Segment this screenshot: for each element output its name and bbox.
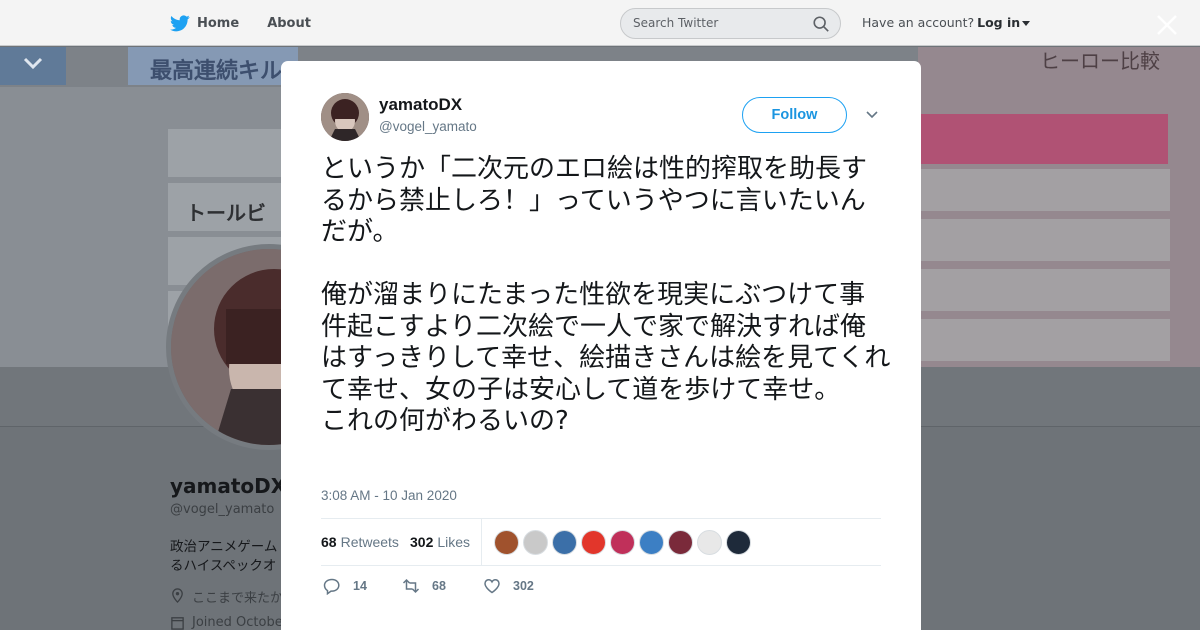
tweet-timestamp[interactable]: 3:08 AM - 10 Jan 2020 <box>321 488 457 503</box>
reply-icon <box>323 578 340 595</box>
follow-button[interactable]: Follow <box>742 97 847 133</box>
profile-joined: Joined Octobe <box>192 615 283 630</box>
profile-bio: るハイスペックオ <box>170 558 277 574</box>
divider <box>481 519 482 566</box>
author-handle[interactable]: @vogel_yamato <box>379 119 477 134</box>
author-name[interactable]: yamatoDX <box>379 95 462 115</box>
retweet-icon <box>402 578 420 594</box>
profile-handle: @vogel_yamato <box>170 502 275 517</box>
tweet-stats: 68 Retweets 302 Likes <box>321 518 881 566</box>
tweet-text: というか「二次元のエロ絵は性的搾取を助長するから禁止しろ！」っていうやつに言いた… <box>321 154 891 436</box>
twitter-bird-icon[interactable] <box>170 14 190 32</box>
likes-stat[interactable]: 302 Likes <box>410 534 470 550</box>
nav-about-link[interactable]: About <box>267 16 311 31</box>
banner-text: 最高連続キル <box>150 59 283 84</box>
avatar[interactable] <box>321 93 369 141</box>
avatar[interactable] <box>610 530 635 555</box>
close-icon[interactable] <box>1154 12 1180 38</box>
search-input[interactable]: Search Twitter <box>620 8 841 39</box>
search-placeholder: Search Twitter <box>633 16 719 30</box>
profile-bio: 政治アニメゲーム <box>170 539 278 555</box>
banner-text: ヒーロー比較 <box>1040 49 1160 73</box>
avatar[interactable] <box>639 530 664 555</box>
account-menu[interactable]: Have an account? Log in <box>862 15 1031 30</box>
chevron-down-icon <box>23 57 43 70</box>
top-navigation: Home About Search Twitter Have an accoun… <box>0 0 1200 46</box>
retweets-stat[interactable]: 68 Retweets <box>321 534 399 550</box>
search-icon[interactable] <box>812 15 830 33</box>
location-icon <box>172 588 183 603</box>
avatar[interactable] <box>494 530 519 555</box>
calendar-icon <box>171 617 184 630</box>
profile-location: ここまで来たか <box>192 591 284 606</box>
avatar[interactable] <box>697 530 722 555</box>
login-link[interactable]: Log in <box>977 15 1020 30</box>
retweet-button[interactable]: 68 <box>402 577 446 595</box>
nav-links: Home About <box>170 0 339 46</box>
avatar[interactable] <box>726 530 751 555</box>
chevron-down-icon <box>1022 21 1031 26</box>
like-button[interactable]: 302 <box>483 577 534 595</box>
reply-button[interactable]: 14 <box>323 577 367 595</box>
account-prompt: Have an account? <box>862 15 975 30</box>
avatar[interactable] <box>668 530 693 555</box>
banner-text: トールビ <box>186 201 266 225</box>
tweet-modal: yamatoDX @vogel_yamato Follow というか「二次元のエ… <box>281 61 921 630</box>
nav-home-link[interactable]: Home <box>197 16 239 31</box>
avatar[interactable] <box>552 530 577 555</box>
avatar[interactable] <box>523 530 548 555</box>
chevron-down-icon[interactable] <box>865 109 879 121</box>
avatar[interactable] <box>581 530 606 555</box>
profile-name: yamatoDX <box>170 474 287 498</box>
heart-icon <box>484 579 500 594</box>
